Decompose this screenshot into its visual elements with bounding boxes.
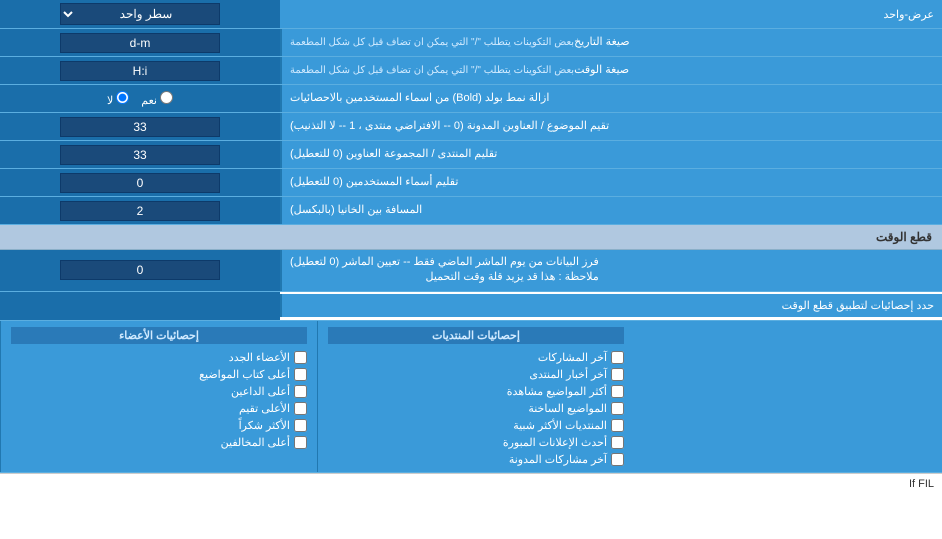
cb-most-similar-check[interactable]: [611, 419, 624, 432]
cb-latest-announcements: أحدث الإعلانات المبورة: [328, 436, 624, 449]
cb-blog-posts-label: آخر مشاركات المدونة: [509, 453, 607, 466]
cb-new-members-check[interactable]: [294, 351, 307, 364]
date-format-label: صيغة التاريخ بعض التكوينات يتطلب "/" الت…: [280, 29, 942, 56]
order-forum-input-cell: [0, 141, 280, 168]
limit-label: حدد إحصائيات لتطبيق قطع الوقت: [280, 294, 942, 317]
cb-new-members: الأعضاء الجدد: [11, 351, 307, 364]
cutoff-section-header: قطع الوقت: [0, 225, 942, 250]
filter-data-input-cell: [0, 250, 280, 291]
cb-latest-announcements-label: أحدث الإعلانات المبورة: [503, 436, 607, 449]
filter-data-label: فرز البيانات من يوم الماشر الماضي فقط --…: [280, 250, 942, 291]
time-format-row: صيغة الوقت بعض التكوينات يتطلب "/" التي …: [0, 57, 942, 85]
order-subjects-row: تقيم الموضوع / العناوين المدونة (0 -- ال…: [0, 113, 942, 141]
date-format-row: صيغة التاريخ بعض التكوينات يتطلب "/" الت…: [0, 29, 942, 57]
trim-usernames-input-cell: [0, 169, 280, 196]
remove-bold-row: ازالة نمط بولد (Bold) من اسماء المستخدمي…: [0, 85, 942, 113]
radio-yes-label: نعم: [141, 91, 173, 107]
عرض-label: عرض-واحد: [280, 3, 942, 26]
limit-row: حدد إحصائيات لتطبيق قطع الوقت: [0, 292, 942, 321]
عرض-row: عرض-واحد سطر واحدسطرينثلاثة أسطر: [0, 0, 942, 29]
date-format-input[interactable]: [60, 33, 220, 53]
cb-most-similar: المنتديات الأكثر شبية: [328, 419, 624, 432]
cb-most-thanks-label: الأكثر شكراً: [239, 419, 290, 432]
remove-bold-input-cell: نعم لا: [0, 85, 280, 112]
cb-top-inviters-label: أعلى الداعين: [231, 385, 290, 398]
cb-latest-announcements-check[interactable]: [611, 436, 624, 449]
cb-blog-posts: آخر مشاركات المدونة: [328, 453, 624, 466]
radio-yes[interactable]: [160, 91, 173, 104]
order-subjects-input-cell: [0, 113, 280, 140]
order-forum-label: تقليم المنتدى / المجموعة العناوين (0 للت…: [280, 141, 942, 168]
trim-usernames-label: تقليم أسماء المستخدمين (0 للتعطيل): [280, 169, 942, 196]
cb-top-rated-label: الأعلى تقيم: [239, 402, 290, 415]
cb-blog-posts-check[interactable]: [611, 453, 624, 466]
space-columns-input-cell: [0, 197, 280, 224]
cb-hot-topics: المواضيع الساخنة: [328, 402, 624, 415]
cb-most-similar-label: المنتديات الأكثر شبية: [513, 419, 607, 432]
cb-last-posts-check[interactable]: [611, 351, 624, 364]
cb-last-news: آخر أخبار المنتدى: [328, 368, 624, 381]
cb-top-rated-check[interactable]: [294, 402, 307, 415]
order-forum-row: تقليم المنتدى / المجموعة العناوين (0 للت…: [0, 141, 942, 169]
time-format-label: صيغة الوقت بعض التكوينات يتطلب "/" التي …: [280, 57, 942, 84]
cb-top-violators-label: أعلى المخالفين: [221, 436, 290, 449]
cb-top-violators: أعلى المخالفين: [11, 436, 307, 449]
عرض-dropdown-cell: سطر واحدسطرينثلاثة أسطر: [0, 0, 280, 28]
عرض-dropdown[interactable]: سطر واحدسطرينثلاثة أسطر: [60, 3, 220, 25]
space-columns-row: المسافة بين الخانيا (بالبكسل): [0, 197, 942, 225]
forum-stats-col: إحصائيات المنتديات آخر المشاركات آخر أخب…: [317, 321, 634, 472]
order-forum-input[interactable]: [60, 145, 220, 165]
member-stats-col: إحصائيات الأعضاء الأعضاء الجدد أعلى كتاب…: [0, 321, 317, 472]
cb-most-viewed: أكثر المواضيع مشاهدة: [328, 385, 624, 398]
checkbox-area: إحصائيات المنتديات آخر المشاركات آخر أخب…: [0, 321, 942, 473]
cb-last-news-check[interactable]: [611, 368, 624, 381]
cb-last-posts: آخر المشاركات: [328, 351, 624, 364]
time-format-input[interactable]: [60, 61, 220, 81]
cb-top-inviters: أعلى الداعين: [11, 385, 307, 398]
cb-most-thanks-check[interactable]: [294, 419, 307, 432]
cb-hot-topics-label: المواضيع الساخنة: [528, 402, 607, 415]
filter-data-input[interactable]: [60, 260, 220, 280]
empty-col: [634, 321, 942, 472]
cb-new-members-label: الأعضاء الجدد: [229, 351, 290, 364]
space-columns-label: المسافة بين الخانيا (بالبكسل): [280, 197, 942, 224]
radio-no-label: لا: [107, 91, 129, 107]
cb-top-writers-label: أعلى كتاب المواضيع: [199, 368, 290, 381]
trim-usernames-row: تقليم أسماء المستخدمين (0 للتعطيل): [0, 169, 942, 197]
cb-top-writers-check[interactable]: [294, 368, 307, 381]
cb-top-writers: أعلى كتاب المواضيع: [11, 368, 307, 381]
radio-no[interactable]: [116, 91, 129, 104]
cb-top-rated: الأعلى تقيم: [11, 402, 307, 415]
date-format-input-cell: [0, 29, 280, 56]
limit-cell: [0, 292, 280, 320]
cb-most-viewed-check[interactable]: [611, 385, 624, 398]
space-columns-input[interactable]: [60, 201, 220, 221]
member-stats-title: إحصائيات الأعضاء: [11, 327, 307, 344]
cb-last-news-label: آخر أخبار المنتدى: [529, 368, 607, 381]
forum-stats-title: إحصائيات المنتديات: [328, 327, 624, 344]
bottom-text: If FIL: [0, 473, 942, 494]
cb-most-viewed-label: أكثر المواضيع مشاهدة: [507, 385, 607, 398]
cb-top-violators-check[interactable]: [294, 436, 307, 449]
cb-most-thanks: الأكثر شكراً: [11, 419, 307, 432]
filter-data-row: فرز البيانات من يوم الماشر الماضي فقط --…: [0, 250, 942, 292]
order-subjects-input[interactable]: [60, 117, 220, 137]
time-format-input-cell: [0, 57, 280, 84]
cb-hot-topics-check[interactable]: [611, 402, 624, 415]
cb-last-posts-label: آخر المشاركات: [538, 351, 607, 364]
trim-usernames-input[interactable]: [60, 173, 220, 193]
remove-bold-label: ازالة نمط بولد (Bold) من اسماء المستخدمي…: [280, 85, 942, 112]
cb-top-inviters-check[interactable]: [294, 385, 307, 398]
order-subjects-label: تقيم الموضوع / العناوين المدونة (0 -- ال…: [280, 113, 942, 140]
